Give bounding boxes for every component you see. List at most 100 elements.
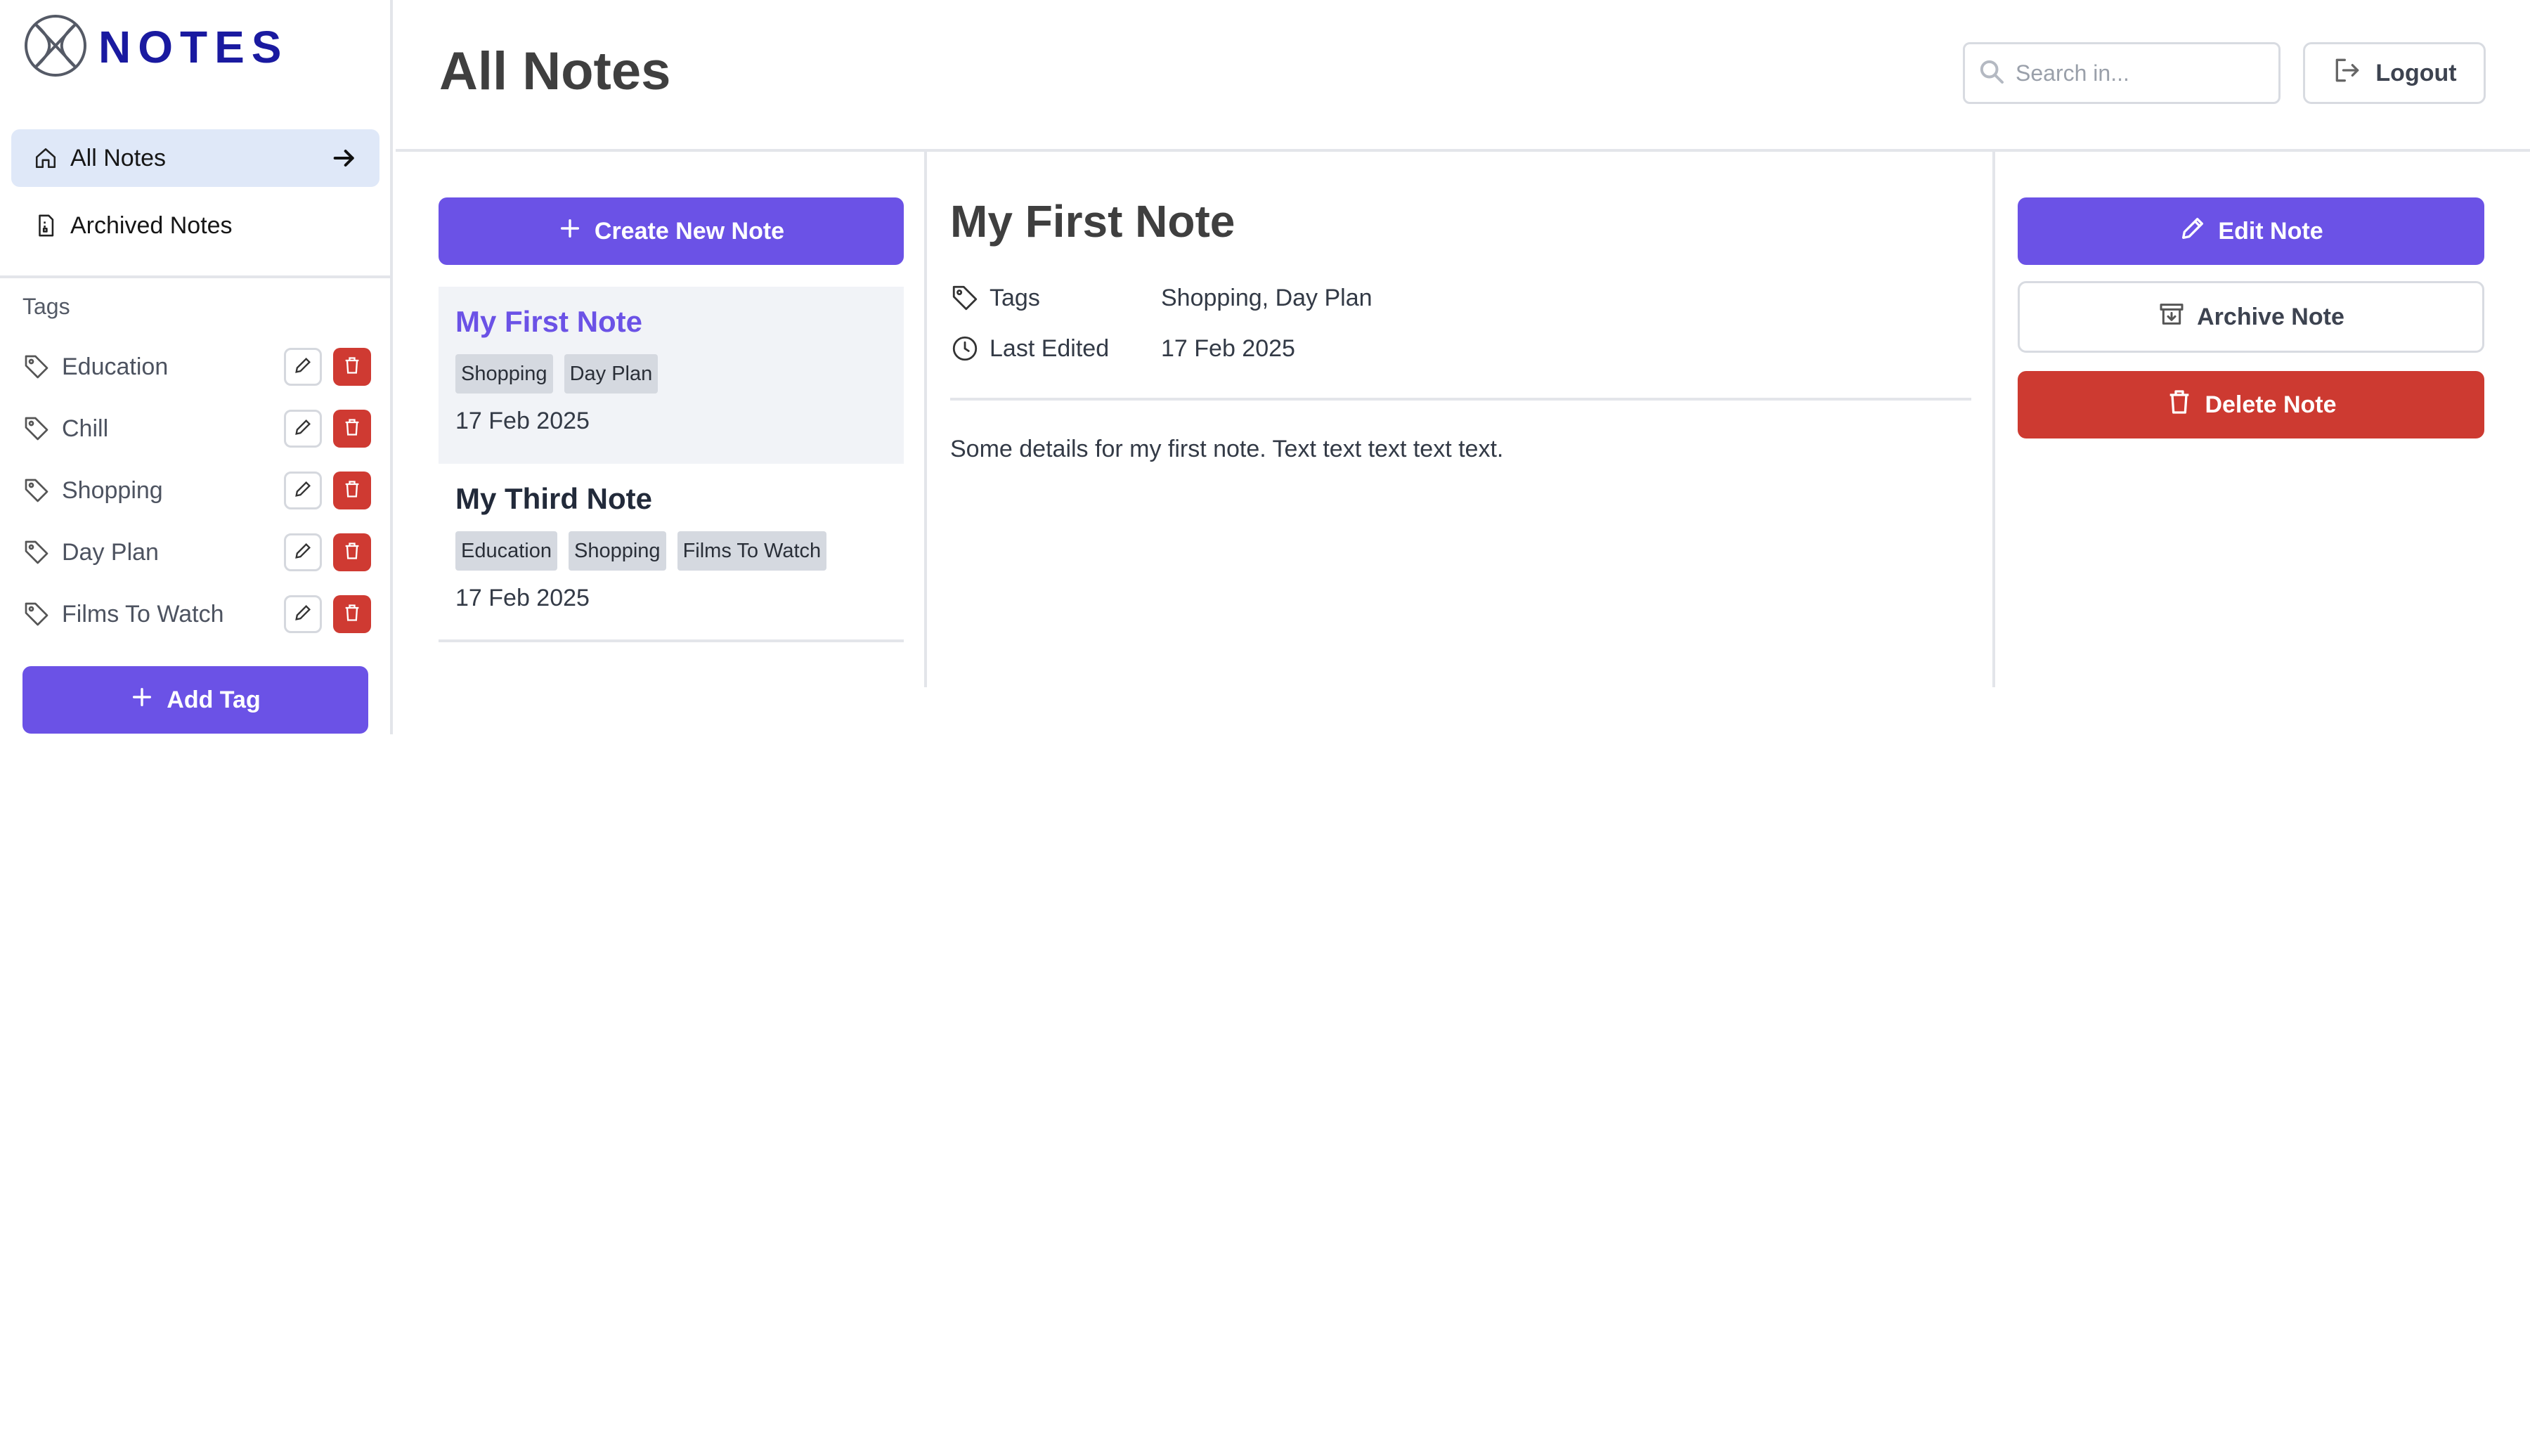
note-date: 17 Feb 2025 — [455, 585, 590, 611]
trash-icon — [342, 479, 362, 502]
tag-item-films-to-watch[interactable]: Films To Watch — [22, 583, 371, 645]
note-tags: Education Shopping Films To Watch — [455, 531, 838, 571]
tags-label: Tags — [990, 284, 1040, 311]
arrow-right-icon — [330, 144, 358, 172]
page-title: All Notes — [439, 41, 671, 101]
note-card[interactable]: My Third Note Education Shopping Films T… — [439, 464, 904, 642]
notes-app: NOTES All Notes Archived Notes Tags Educ… — [0, 0, 2530, 1456]
tag-icon — [950, 282, 981, 313]
archive-note-button[interactable]: Archive Note — [2018, 281, 2484, 353]
tag-label: Education — [62, 353, 169, 380]
pencil-icon — [293, 603, 313, 626]
tag-item-day-plan[interactable]: Day Plan — [22, 521, 371, 583]
sidebar-divider — [0, 275, 390, 278]
trash-icon — [2165, 388, 2205, 422]
archive-file-icon — [34, 213, 59, 238]
tag-icon — [22, 538, 52, 567]
edit-tag-button[interactable] — [284, 348, 322, 386]
note-tag-chip: Day Plan — [564, 354, 659, 394]
plus-icon — [130, 685, 167, 715]
search-box[interactable] — [1963, 42, 2281, 104]
tag-label: Chill — [62, 415, 109, 442]
add-tag-button[interactable]: Add Tag — [22, 666, 368, 734]
note-edited-row: Last Edited 17 Feb 2025 — [950, 331, 1295, 366]
pencil-icon — [293, 479, 313, 502]
pencil-icon — [293, 417, 313, 441]
create-note-label: Create New Note — [594, 217, 785, 245]
note-list: Create New Note My First Note Shopping D… — [396, 152, 927, 687]
logout-icon — [2332, 55, 2375, 92]
note-tags: Shopping Day Plan — [455, 354, 669, 394]
tag-item-education[interactable]: Education — [22, 336, 371, 398]
note-body[interactable]: Some details for my first note. Text tex… — [950, 436, 1503, 463]
note-title: My Third Note — [455, 482, 652, 515]
delete-tag-button[interactable] — [333, 472, 371, 509]
tag-label: Shopping — [62, 476, 163, 504]
tag-icon — [22, 476, 52, 505]
pencil-icon — [293, 356, 313, 379]
edit-tag-button[interactable] — [284, 472, 322, 509]
last-edited-label: Last Edited — [990, 334, 1110, 362]
logo-globe-icon — [22, 13, 89, 82]
tag-label: Films To Watch — [62, 600, 224, 628]
clock-icon — [950, 333, 981, 364]
delete-note-label: Delete Note — [2205, 391, 2337, 418]
edit-note-button[interactable]: Edit Note — [2018, 197, 2484, 265]
edit-note-label: Edit Note — [2218, 217, 2323, 245]
trash-icon — [342, 417, 362, 441]
note-tag-chip: Education — [455, 531, 557, 571]
plus-icon — [558, 216, 595, 247]
tag-icon — [22, 352, 52, 382]
edit-tag-button[interactable] — [284, 410, 322, 448]
header: All Notes Logout — [396, 0, 2530, 152]
delete-tag-button[interactable] — [333, 533, 371, 571]
logo-text: NOTES — [98, 22, 289, 72]
pencil-icon — [2179, 214, 2218, 249]
edit-tag-button[interactable] — [284, 533, 322, 571]
archive-note-label: Archive Note — [2197, 303, 2344, 330]
archive-box-icon — [2158, 300, 2197, 334]
note-title: My First Note — [455, 305, 643, 338]
search-icon — [1978, 58, 2016, 89]
last-edited-value: 17 Feb 2025 — [1161, 334, 1295, 362]
nav-item-archived-notes[interactable]: Archived Notes — [11, 197, 379, 254]
detail-divider — [950, 398, 1971, 401]
tags-value: Shopping, Day Plan — [1161, 284, 1373, 311]
tag-item-chill[interactable]: Chill — [22, 398, 371, 460]
tag-icon — [22, 599, 52, 629]
trash-icon — [342, 603, 362, 626]
note-tag-chip: Shopping — [569, 531, 666, 571]
note-tag-chip: Films To Watch — [677, 531, 827, 571]
logout-label: Logout — [2375, 59, 2457, 86]
tags-heading: Tags — [22, 294, 70, 319]
delete-tag-button[interactable] — [333, 348, 371, 386]
tag-icon — [22, 414, 52, 443]
pencil-icon — [293, 541, 313, 564]
logout-button[interactable]: Logout — [2303, 42, 2486, 104]
nav-label: All Notes — [70, 144, 167, 171]
trash-icon — [342, 541, 362, 564]
note-detail-title: My First Note — [950, 196, 1235, 247]
trash-icon — [342, 356, 362, 379]
create-note-button[interactable]: Create New Note — [439, 197, 904, 265]
nav-label: Archived Notes — [70, 212, 233, 239]
nav-item-all-notes[interactable]: All Notes — [11, 129, 379, 187]
note-date: 17 Feb 2025 — [455, 408, 590, 434]
tag-item-shopping[interactable]: Shopping — [22, 460, 371, 521]
note-tags-row: Tags Shopping, Day Plan — [950, 280, 1373, 316]
sidebar-nav: All Notes Archived Notes — [11, 129, 379, 264]
delete-tag-button[interactable] — [333, 595, 371, 633]
add-tag-label: Add Tag — [167, 686, 261, 713]
note-card-selected[interactable]: My First Note Shopping Day Plan 17 Feb 2… — [439, 287, 904, 464]
logo[interactable]: NOTES — [22, 14, 288, 80]
search-input[interactable] — [2016, 60, 2269, 86]
home-icon — [34, 145, 59, 171]
note-actions: Edit Note Archive Note Delete Note — [1995, 152, 2530, 687]
tag-label: Day Plan — [62, 538, 159, 566]
tag-list: Education Chill Shopping Day Plan Films … — [22, 336, 371, 645]
edit-tag-button[interactable] — [284, 595, 322, 633]
delete-note-button[interactable]: Delete Note — [2018, 371, 2484, 438]
note-detail: My First Note Tags Shopping, Day Plan La… — [930, 152, 1995, 687]
note-tag-chip: Shopping — [455, 354, 553, 394]
delete-tag-button[interactable] — [333, 410, 371, 448]
